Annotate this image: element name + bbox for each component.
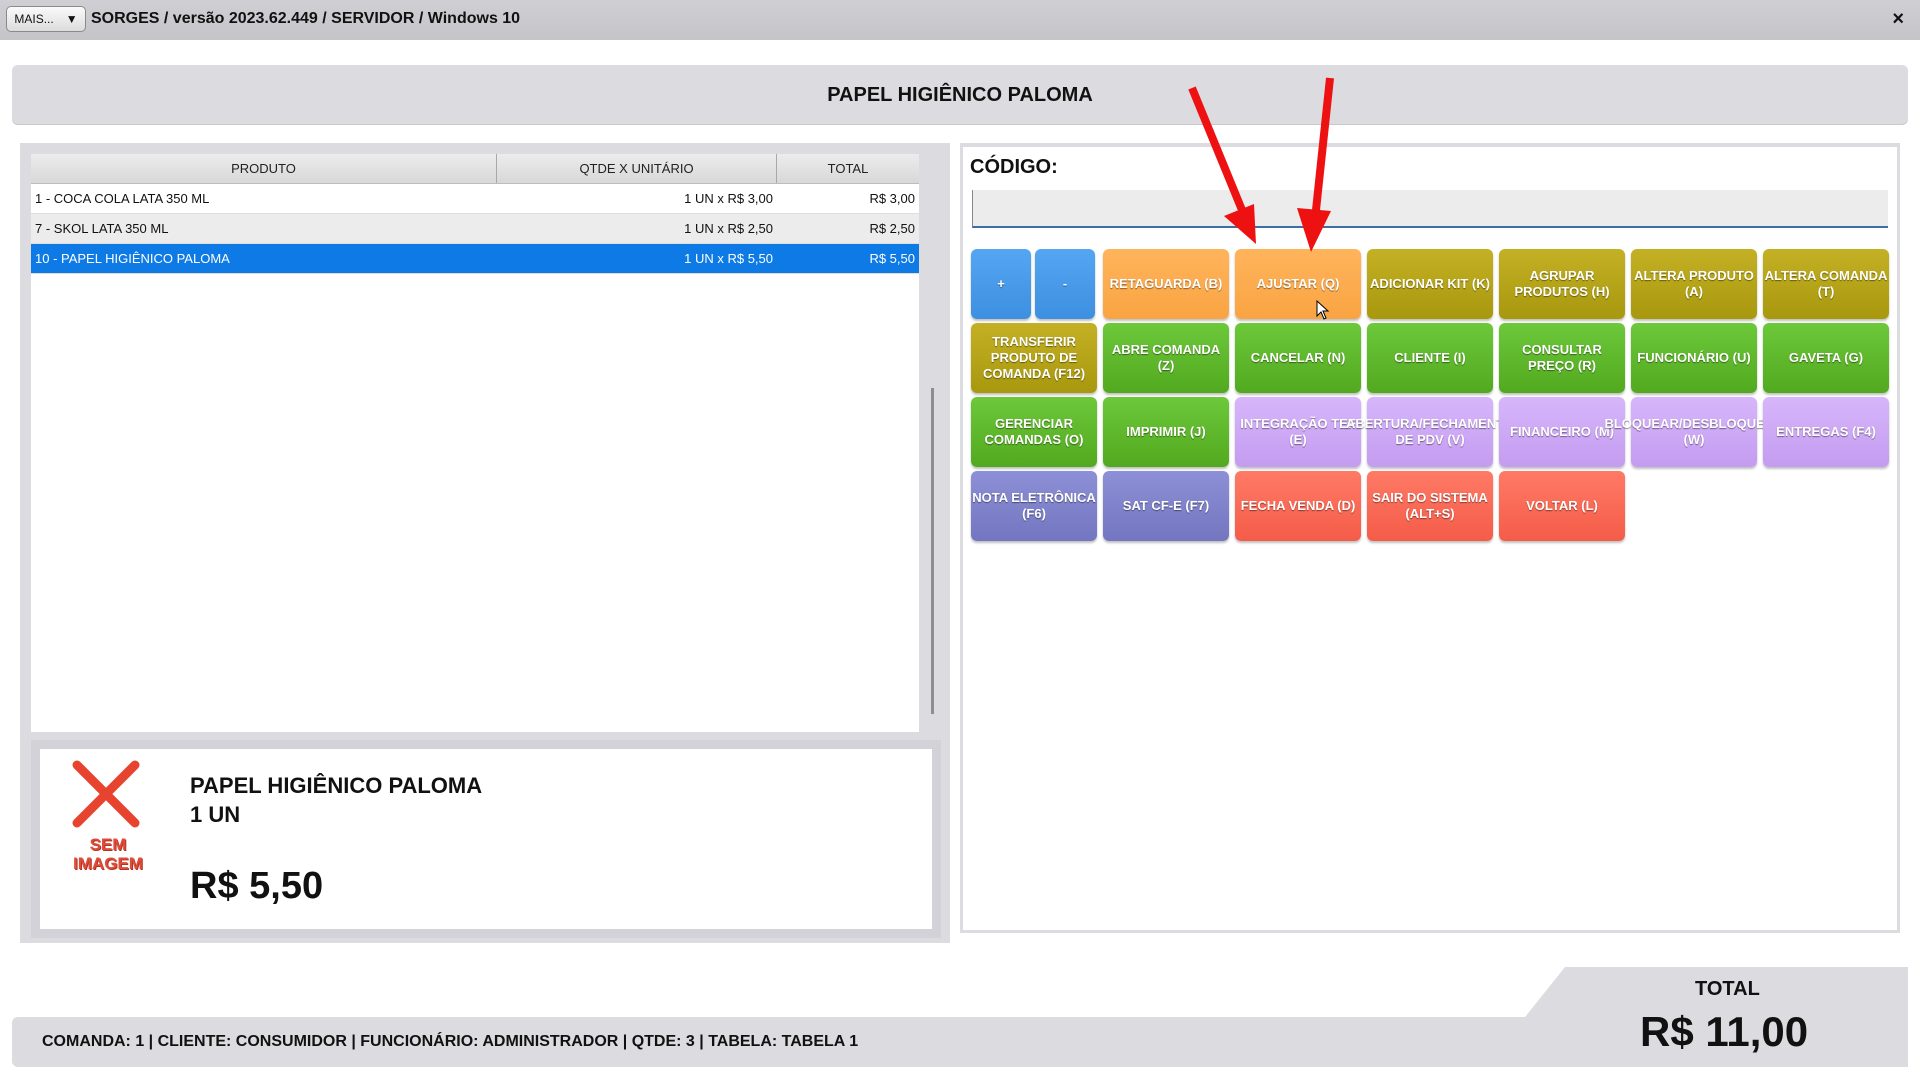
- mouse-cursor-icon: [1316, 300, 1330, 320]
- row-total: R$ 3,00: [869, 191, 915, 206]
- row-qtde: 1 UN x R$ 3,00: [684, 191, 773, 206]
- app-title: SORGES / versão 2023.62.449 / SERVIDOR /…: [91, 10, 521, 27]
- gerenciar-comandas-button[interactable]: GERENCIAR COMANDAS (O): [971, 397, 1097, 467]
- current-product-header: PAPEL HIGIÊNICO PALOMA: [12, 65, 1908, 125]
- column-header-qtde[interactable]: QTDE X UNITÁRIO: [497, 154, 777, 183]
- codigo-input[interactable]: [972, 190, 1888, 228]
- mais-dropdown-button[interactable]: MAIS... ▼: [6, 6, 86, 32]
- codigo-label: CÓDIGO:: [970, 156, 1058, 178]
- cliente-button[interactable]: CLIENTE (I): [1367, 323, 1493, 393]
- table-row[interactable]: 1 - COCA COLA LATA 350 ML 1 UN x R$ 3,00…: [31, 184, 919, 214]
- sair-do-sistema-button[interactable]: SAIR DO SISTEMA (ALT+S): [1367, 471, 1493, 541]
- row-produto: 7 - SKOL LATA 350 ML: [35, 221, 169, 236]
- column-header-total[interactable]: TOTAL: [777, 154, 919, 183]
- row-qtde: 1 UN x R$ 5,50: [684, 251, 773, 266]
- table-scrollbar[interactable]: [931, 388, 934, 714]
- altera-comanda-button[interactable]: ALTERA COMANDA (T): [1763, 249, 1889, 319]
- mais-label: MAIS...: [14, 12, 54, 26]
- header-product-name: PAPEL HIGIÊNICO PALOMA: [827, 83, 1093, 106]
- gaveta-button[interactable]: GAVETA (G): [1763, 323, 1889, 393]
- row-total: R$ 5,50: [869, 251, 915, 266]
- red-arrows-annotation: [1188, 77, 1334, 252]
- fecha-venda-button[interactable]: FECHA VENDA (D): [1235, 471, 1361, 541]
- total-value: R$ 11,00: [1640, 1008, 1809, 1055]
- imprimir-button[interactable]: IMPRIMIR (J): [1103, 397, 1229, 467]
- cancelar-button[interactable]: CANCELAR (N): [1235, 323, 1361, 393]
- column-header-produto[interactable]: PRODUTO: [31, 154, 497, 183]
- transferir-produto-button[interactable]: TRANSFERIR PRODUTO DE COMANDA (F12): [971, 323, 1097, 393]
- selected-product-card: SEM IMAGEM PAPEL HIGIÊNICO PALOMA 1 UN R…: [31, 740, 941, 938]
- product-card-qty: 1 UN: [190, 802, 241, 827]
- bloquear-desbloquear-button[interactable]: BLOQUEAR/DESBLOQUEAR (W): [1604, 397, 1784, 467]
- altera-produto-button[interactable]: ALTERA PRODUTO (A): [1631, 249, 1757, 319]
- dropdown-arrow-icon: ▼: [65, 12, 78, 26]
- table-row-selected[interactable]: 10 - PAPEL HIGIÊNICO PALOMA 1 UN x R$ 5,…: [31, 244, 919, 274]
- minus-button[interactable]: -: [1035, 249, 1095, 319]
- table-header: PRODUTO QTDE X UNITÁRIO TOTAL: [31, 154, 919, 184]
- adicionar-kit-button[interactable]: ADICIONAR KIT (K): [1367, 249, 1493, 319]
- title-bar: MAIS... ▼ SORGES / versão 2023.62.449 / …: [0, 0, 1920, 40]
- row-produto: 10 - PAPEL HIGIÊNICO PALOMA: [35, 251, 230, 266]
- items-table: PRODUTO QTDE X UNITÁRIO TOTAL 1 - COCA C…: [31, 154, 919, 732]
- sat-cfe-button[interactable]: SAT CF-E (F7): [1103, 471, 1229, 541]
- nota-eletronica-button[interactable]: NOTA ELETRÔNICA (F6): [971, 471, 1097, 541]
- total-label: TOTAL: [1695, 978, 1760, 1000]
- close-icon[interactable]: ×: [1892, 8, 1904, 31]
- plus-button[interactable]: +: [971, 249, 1031, 319]
- agrupar-produtos-button[interactable]: AGRUPAR PRODUTOS (H): [1499, 249, 1625, 319]
- no-image-label: SEM IMAGEM: [73, 835, 143, 873]
- status-text: COMANDA: 1 | CLIENTE: CONSUMIDOR | FUNCI…: [42, 1033, 859, 1050]
- funcionario-button[interactable]: FUNCIONÁRIO (U): [1631, 323, 1757, 393]
- row-total: R$ 2,50: [869, 221, 915, 236]
- entregas-button[interactable]: ENTREGAS (F4): [1763, 397, 1889, 467]
- consultar-preco-button[interactable]: CONSULTAR PREÇO (R): [1499, 323, 1625, 393]
- row-produto: 1 - COCA COLA LATA 350 ML: [35, 191, 210, 206]
- row-qtde: 1 UN x R$ 2,50: [684, 221, 773, 236]
- abre-comanda-button[interactable]: ABRE COMANDA (Z): [1103, 323, 1229, 393]
- product-card-name: PAPEL HIGIÊNICO PALOMA: [190, 773, 483, 798]
- product-card-price: R$ 5,50: [190, 865, 324, 907]
- table-row[interactable]: 7 - SKOL LATA 350 ML 1 UN x R$ 2,50 R$ 2…: [31, 214, 919, 244]
- abertura-fechamento-pdv-button[interactable]: ABERTURA/FECHAMENTO DE PDV (V): [1346, 397, 1514, 467]
- voltar-button[interactable]: VOLTAR (L): [1499, 471, 1625, 541]
- integracao-tef-button[interactable]: INTEGRAÇÃO TEF (E): [1235, 397, 1361, 467]
